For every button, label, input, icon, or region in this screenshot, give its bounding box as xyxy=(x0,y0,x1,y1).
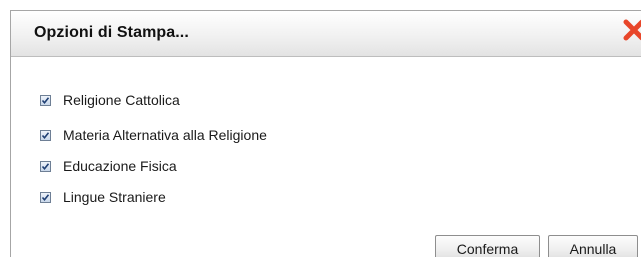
option-label: Educazione Fisica xyxy=(63,158,177,174)
checkmark-icon xyxy=(41,162,50,170)
close-icon[interactable] xyxy=(621,17,641,43)
dialog-title: Opzioni di Stampa... xyxy=(34,24,189,41)
dialog-body: Religione Cattolica Materia Alternativa … xyxy=(11,57,641,257)
option-materia-alternativa[interactable]: Materia Alternativa alla Religione xyxy=(40,126,267,144)
checkbox-lingue-straniere[interactable] xyxy=(40,191,51,203)
cancel-button[interactable]: Annulla xyxy=(548,235,638,257)
dialog-titlebar: Opzioni di Stampa... xyxy=(11,11,641,57)
option-label: Lingue Straniere xyxy=(63,189,166,205)
checkbox-materia-alternativa[interactable] xyxy=(40,129,51,141)
confirm-button[interactable]: Conferma xyxy=(435,235,540,257)
checkmark-icon xyxy=(41,96,50,104)
option-label: Materia Alternativa alla Religione xyxy=(63,127,267,143)
print-options-dialog: Opzioni di Stampa... Religione Cattolica… xyxy=(10,10,641,257)
option-label: Religione Cattolica xyxy=(63,92,180,108)
option-lingue-straniere[interactable]: Lingue Straniere xyxy=(40,188,166,206)
option-religione-cattolica[interactable]: Religione Cattolica xyxy=(40,91,180,109)
checkmark-icon xyxy=(41,193,50,201)
checkbox-religione-cattolica[interactable] xyxy=(40,94,51,106)
option-educazione-fisica[interactable]: Educazione Fisica xyxy=(40,157,177,175)
checkbox-educazione-fisica[interactable] xyxy=(40,160,51,172)
checkmark-icon xyxy=(41,131,50,139)
